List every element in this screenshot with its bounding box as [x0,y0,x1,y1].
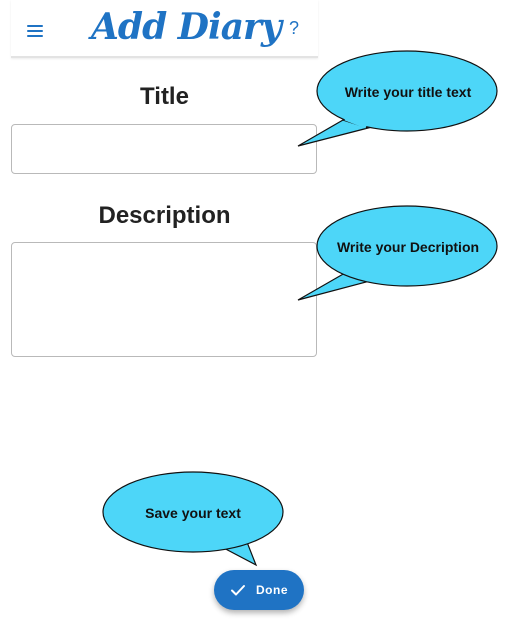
done-label: Done [256,583,288,597]
add-diary-screen: Add Diary ? Title Description Write your… [0,0,506,621]
title-input[interactable] [11,124,317,174]
title-label: Title [140,83,189,110]
done-button[interactable]: Done [214,570,304,610]
title-callout-text: Write your title text [344,84,472,100]
description-input[interactable] [11,242,317,357]
hamburger-menu-icon[interactable] [27,25,43,37]
description-callout-text: Write your Decription [336,239,480,255]
description-label: Description [98,202,231,229]
save-callout-text: Save your text [145,505,241,521]
app-title: Add Diary [91,6,282,48]
check-icon [231,585,245,596]
app-bar: Add Diary ? [11,0,318,58]
help-icon[interactable]: ? [289,18,299,39]
